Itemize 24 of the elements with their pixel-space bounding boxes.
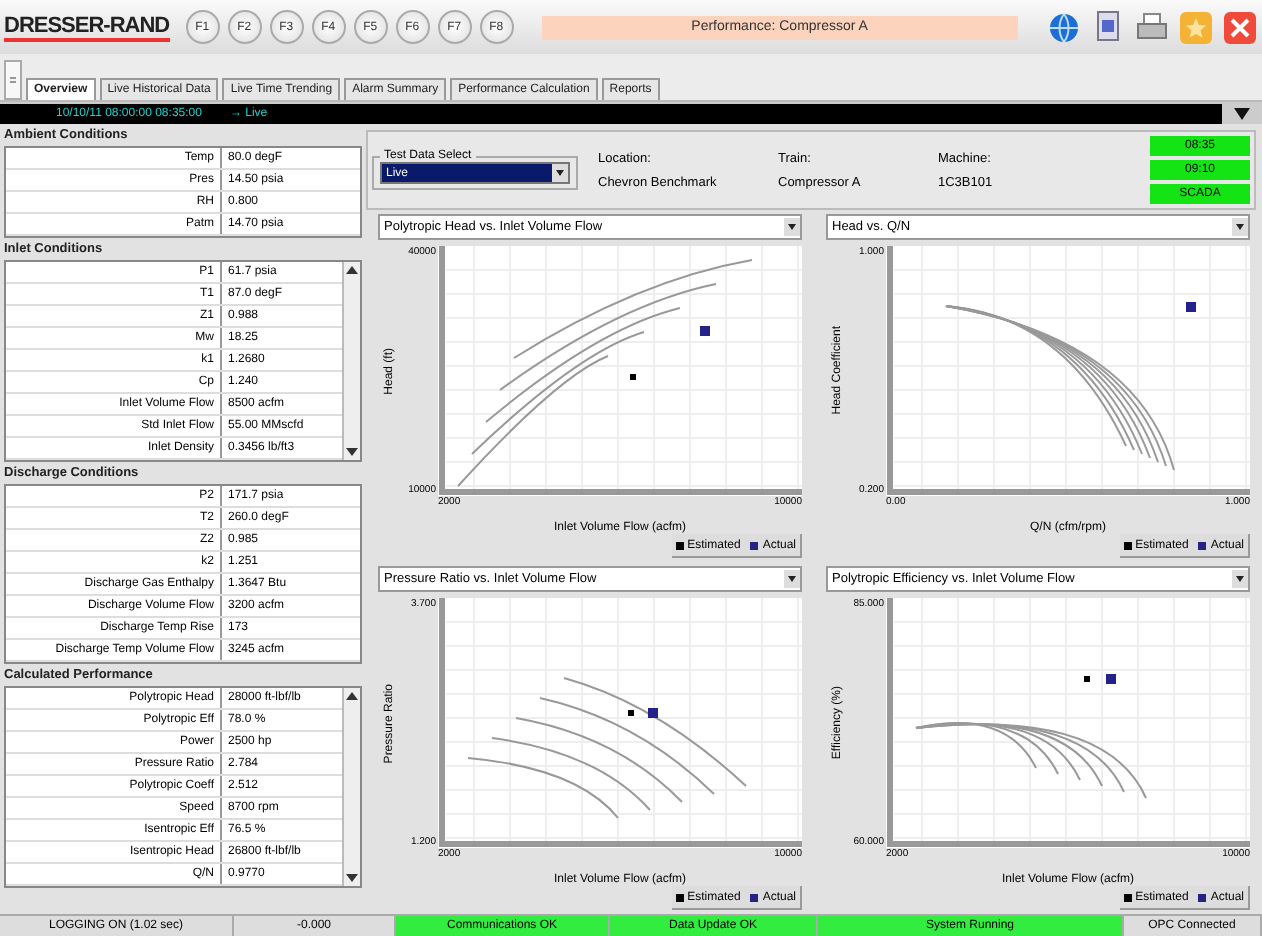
scroll-up-arrow-icon — [344, 262, 360, 278]
scrollbar[interactable] — [342, 688, 360, 886]
legend-marker-icon — [1198, 893, 1207, 901]
legend-marker-icon — [675, 893, 684, 901]
scroll-up-arrow-icon — [344, 688, 360, 704]
dropdown-arrow-icon — [784, 570, 800, 588]
company-logo: DRESSER-RAND — [4, 13, 170, 41]
dropdown-arrow-icon[interactable] — [1232, 105, 1252, 121]
scrollbar[interactable] — [342, 262, 360, 460]
close-icon[interactable] — [1222, 9, 1258, 45]
dropdown-arrow-icon — [784, 218, 800, 236]
legend-marker-icon — [750, 541, 759, 549]
legend-marker-icon — [1123, 893, 1132, 901]
dropdown-arrow-icon — [552, 164, 568, 182]
legend-marker-icon — [1198, 541, 1207, 549]
dropdown-arrow-icon — [1232, 218, 1248, 236]
dropdown-arrow-icon — [1232, 570, 1248, 588]
legend-marker-icon — [1123, 541, 1132, 549]
legend-marker-icon — [675, 541, 684, 549]
globe-icon[interactable] — [1046, 9, 1082, 45]
scroll-down-arrow-icon — [344, 870, 360, 886]
legend-marker-icon — [750, 893, 759, 901]
printer-icon[interactable] — [1134, 9, 1170, 45]
scroll-down-arrow-icon — [344, 444, 360, 460]
